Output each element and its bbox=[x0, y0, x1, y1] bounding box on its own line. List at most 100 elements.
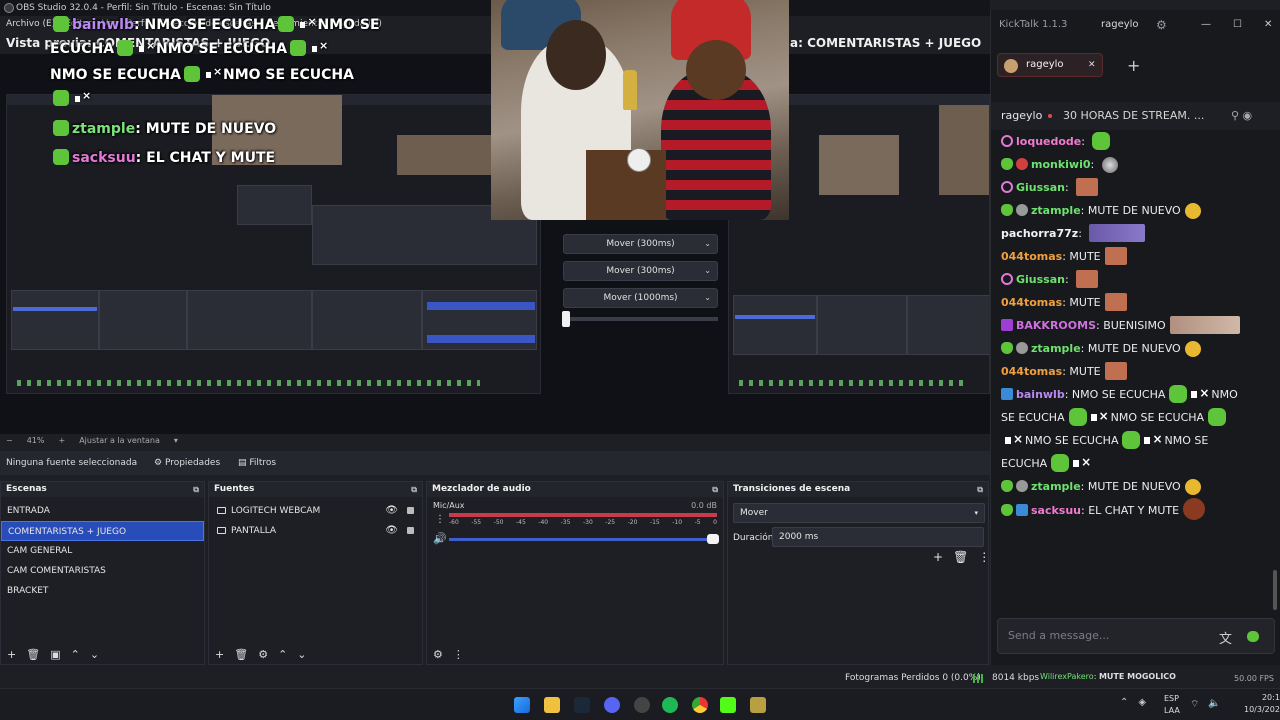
close-icon[interactable]: ✕ bbox=[1088, 54, 1096, 76]
move-down-button[interactable]: ⌄ bbox=[90, 648, 99, 661]
chevron-down-icon[interactable]: ▾ bbox=[174, 434, 178, 448]
volume-slider-thumb[interactable] bbox=[707, 534, 719, 544]
windows-start-icon[interactable] bbox=[514, 697, 530, 713]
kebab-menu-icon[interactable]: ⋮ bbox=[435, 514, 445, 525]
wifi-icon[interactable]: ⌔ bbox=[1190, 698, 1199, 711]
app-icon[interactable] bbox=[750, 697, 766, 713]
source-settings-button[interactable]: ⚙ bbox=[258, 648, 268, 661]
move-up-button[interactable]: ⌃ bbox=[71, 648, 80, 661]
preview-slider-track[interactable] bbox=[563, 317, 718, 321]
dock-float-icon[interactable]: ⧉ bbox=[193, 482, 199, 497]
remove-scene-button[interactable]: 🗑 bbox=[26, 648, 40, 661]
emote-icon bbox=[1051, 454, 1070, 472]
zoom-in-button[interactable]: + bbox=[58, 434, 65, 448]
emote-icon bbox=[1089, 224, 1146, 242]
move-button-2[interactable]: Mover (300ms) ⌄ bbox=[563, 261, 718, 281]
add-tab-button[interactable]: + bbox=[1127, 56, 1140, 75]
kebab-menu-icon[interactable]: ⋮ bbox=[978, 550, 990, 564]
source-item[interactable]: LOGITECH WEBCAM 👁 bbox=[209, 501, 422, 521]
transition-select[interactable]: Mover ▾ bbox=[733, 503, 985, 523]
meter-tick: -25 bbox=[605, 519, 616, 526]
scene-filters-button[interactable]: ▣ bbox=[50, 648, 60, 661]
network-icon[interactable]: ◈ bbox=[1138, 697, 1146, 708]
eye-icon[interactable]: 👁 bbox=[385, 501, 398, 521]
kick-icon[interactable] bbox=[720, 697, 736, 713]
speaker-icon[interactable]: 🔊 bbox=[433, 532, 447, 545]
scene-item[interactable]: CAM COMENTARISTAS bbox=[1, 561, 204, 581]
kicktalk-user[interactable]: rageylo bbox=[1101, 10, 1139, 40]
mute-icon bbox=[1144, 428, 1163, 451]
menu-archivo[interactable]: Archivo (E) bbox=[6, 16, 55, 32]
chat-input[interactable]: Send a message... bbox=[997, 618, 1275, 654]
maximize-button[interactable]: ☐ bbox=[1233, 10, 1242, 40]
chrome-icon[interactable] bbox=[692, 697, 708, 713]
chat-user[interactable]: 044tomas bbox=[1001, 250, 1062, 263]
preview-slider-thumb[interactable] bbox=[562, 311, 570, 327]
kicktalk-window: KickTalk 1.1.3 rageylo ⚙ — ☐ ✕ rageylo ✕… bbox=[990, 10, 1280, 665]
chat-user[interactable]: 044tomas bbox=[1001, 296, 1062, 309]
move-button-1[interactable]: Mover (300ms) ⌄ bbox=[563, 234, 718, 254]
chat-user[interactable]: pachorra77z bbox=[1001, 227, 1078, 240]
zoom-out-button[interactable]: − bbox=[6, 434, 13, 448]
move-button-3[interactable]: Mover (1000ms) ⌄ bbox=[563, 288, 718, 308]
minimize-button[interactable]: — bbox=[1201, 10, 1211, 40]
fit-to-window[interactable]: Ajustar a la ventana bbox=[79, 434, 160, 448]
chat-user[interactable]: BAKKROOMS bbox=[1016, 319, 1096, 332]
chat-user[interactable]: ztample bbox=[1031, 204, 1081, 217]
mute-icon bbox=[205, 65, 222, 81]
chat-user[interactable]: ztample bbox=[1031, 342, 1081, 355]
emote-picker-icon[interactable] bbox=[1247, 631, 1259, 642]
chat-tab-rageylo[interactable]: rageylo ✕ bbox=[997, 53, 1103, 77]
chat-user[interactable]: Giussan bbox=[1016, 273, 1065, 286]
sources-header: Fuentes ⧉ bbox=[209, 482, 422, 497]
chat-user[interactable]: monkiwi0 bbox=[1031, 158, 1091, 171]
properties-button[interactable]: ⚙ Propiedades bbox=[150, 456, 224, 470]
scene-item-selected[interactable]: COMENTARISTAS + JUEGO bbox=[1, 521, 204, 541]
spotify-icon[interactable] bbox=[662, 697, 678, 713]
source-label: LOGITECH WEBCAM bbox=[231, 506, 321, 516]
gear-icon[interactable]: ⚙ bbox=[1156, 10, 1167, 40]
translate-icon[interactable]: 文 bbox=[1219, 628, 1232, 647]
clock[interactable]: 20:17 10/3/2026 bbox=[1244, 692, 1280, 716]
chat-user[interactable]: Giussan bbox=[1016, 181, 1065, 194]
chat-scrollbar[interactable] bbox=[1273, 570, 1277, 610]
move-up-button[interactable]: ⌃ bbox=[278, 648, 287, 661]
filters-button[interactable]: ▤ Filtros bbox=[234, 456, 280, 470]
close-button[interactable]: ✕ bbox=[1264, 10, 1272, 40]
remove-transition-button[interactable]: 🗑 bbox=[953, 550, 968, 564]
volume-slider[interactable] bbox=[449, 538, 719, 541]
chat-user[interactable]: 044tomas bbox=[1001, 365, 1062, 378]
steam-icon[interactable] bbox=[574, 697, 590, 713]
move-down-button[interactable]: ⌄ bbox=[297, 648, 306, 661]
chevron-up-icon[interactable]: ⌃ bbox=[1120, 697, 1128, 708]
lock-icon[interactable] bbox=[407, 507, 414, 514]
eye-icon[interactable]: 👁 bbox=[385, 521, 398, 541]
kebab-menu-icon[interactable]: ⋮ bbox=[453, 648, 464, 661]
chat-message: ztample: MUTE DE NUEVO bbox=[991, 475, 1271, 498]
language-indicator[interactable]: ESP LAA bbox=[1164, 693, 1180, 717]
discord-icon[interactable] bbox=[604, 697, 620, 713]
chat-user[interactable]: loquedode bbox=[1016, 135, 1081, 148]
add-scene-button[interactable]: + bbox=[7, 648, 16, 661]
pin-user-icon[interactable]: ⚲ ◉ bbox=[1231, 102, 1252, 130]
scene-item[interactable]: BRACKET bbox=[1, 581, 204, 601]
add-source-button[interactable]: + bbox=[215, 648, 224, 661]
file-explorer-icon[interactable] bbox=[544, 697, 560, 713]
chat-user[interactable]: bainwlb bbox=[1016, 388, 1065, 401]
add-transition-button[interactable]: + bbox=[933, 550, 943, 564]
dock-float-icon[interactable]: ⧉ bbox=[712, 482, 718, 497]
lock-icon[interactable] bbox=[407, 527, 414, 534]
duration-input[interactable]: 2000 ms bbox=[772, 527, 984, 547]
chat-user[interactable]: ztample bbox=[1031, 480, 1081, 493]
source-item[interactable]: PANTALLA 👁 bbox=[209, 521, 422, 541]
dock-float-icon[interactable]: ⧉ bbox=[977, 482, 983, 497]
volume-icon[interactable]: 🔈 bbox=[1208, 698, 1220, 709]
scene-item[interactable]: CAM GENERAL bbox=[1, 541, 204, 561]
scene-item[interactable]: ENTRADA bbox=[1, 501, 204, 521]
system-tray: ⌃ ◈ bbox=[1120, 697, 1146, 708]
obs-taskbar-icon[interactable] bbox=[634, 697, 650, 713]
remove-source-button[interactable]: 🗑 bbox=[234, 648, 248, 661]
chat-user[interactable]: sacksuu bbox=[1031, 504, 1081, 517]
mixer-settings-button[interactable]: ⚙ bbox=[433, 648, 443, 661]
dock-float-icon[interactable]: ⧉ bbox=[411, 482, 417, 497]
